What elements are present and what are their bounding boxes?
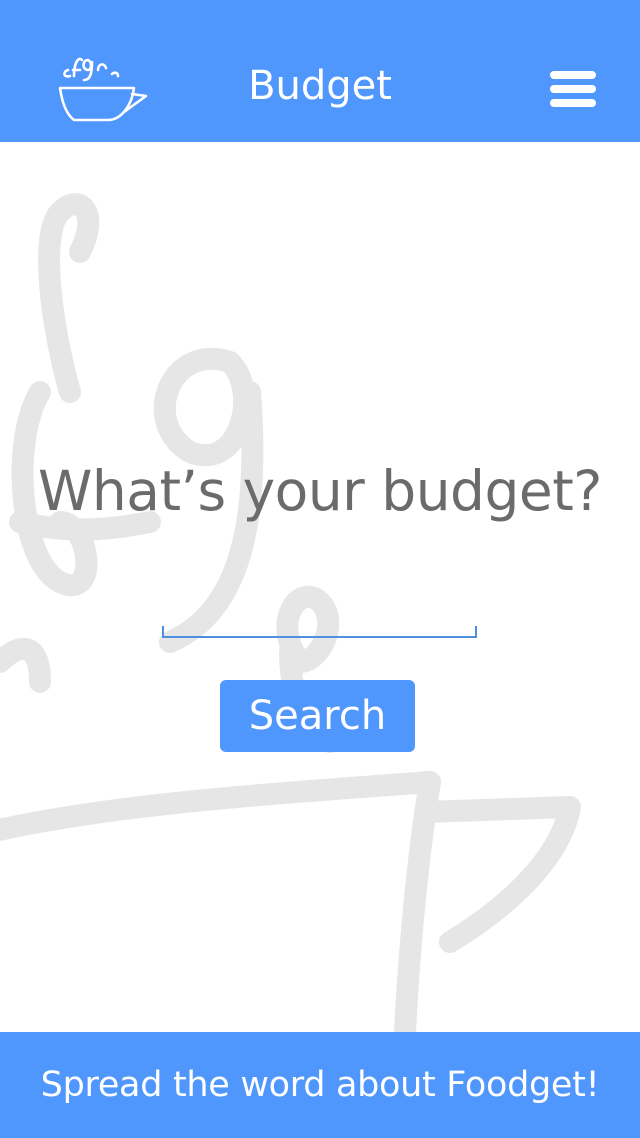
hamburger-menu-icon <box>550 85 596 93</box>
footer-bar: Spread the word about Foodget! <box>0 1032 640 1138</box>
budget-form: What’s your budget? Search <box>0 142 640 1032</box>
share-link[interactable]: Spread the word about Foodget! <box>41 1065 600 1105</box>
hamburger-menu-icon <box>550 71 596 79</box>
input-underline-tick <box>475 626 477 638</box>
page-title: Budget <box>248 63 392 109</box>
input-underline-tick <box>162 626 164 638</box>
budget-input[interactable] <box>162 598 477 638</box>
top-bar: Budget <box>0 0 640 142</box>
budget-screen: Budget What’s your budget? Search Spread… <box>0 0 640 1138</box>
budget-question: What’s your budget? <box>38 459 602 523</box>
search-button[interactable]: Search <box>220 680 415 752</box>
hamburger-menu-icon <box>550 99 596 107</box>
menu-button[interactable] <box>546 66 600 112</box>
